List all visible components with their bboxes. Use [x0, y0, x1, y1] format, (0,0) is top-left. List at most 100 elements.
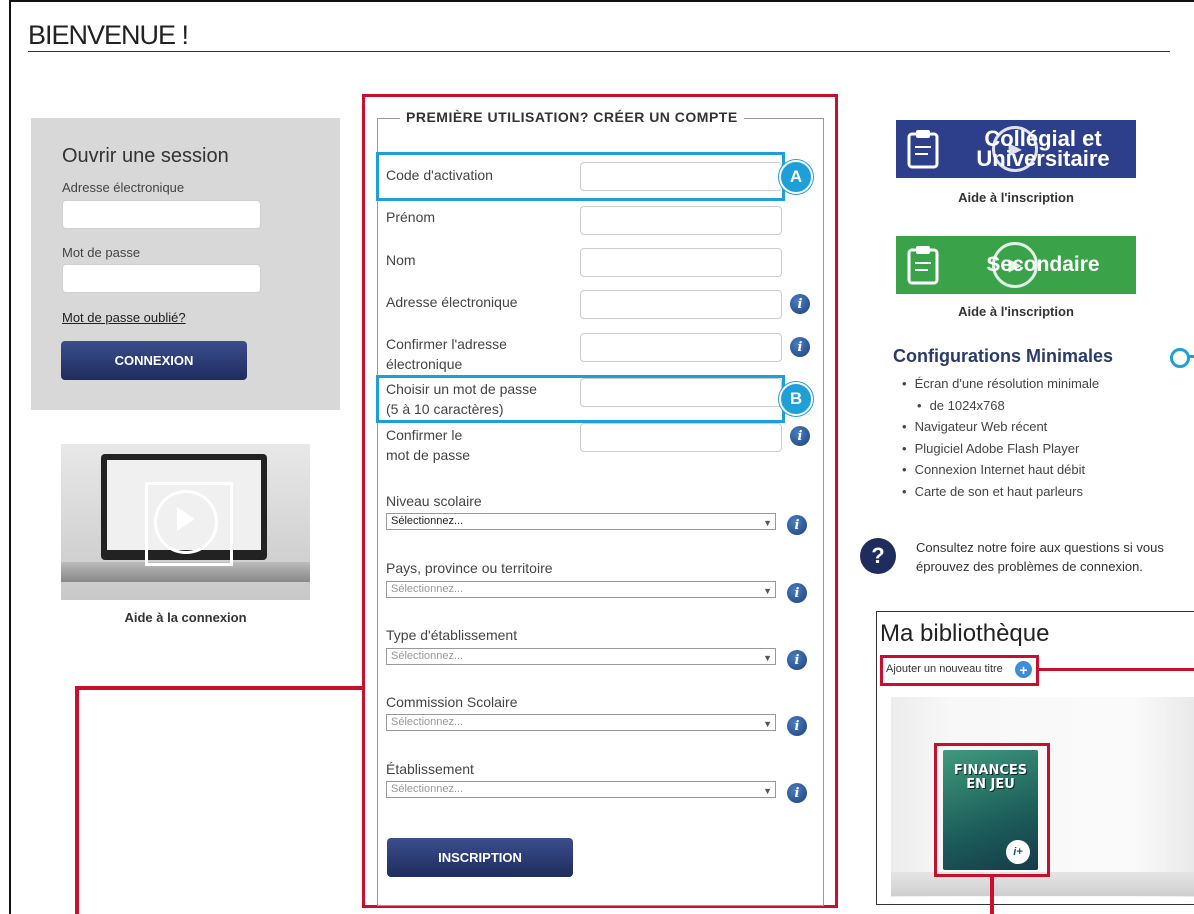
institution-info-icon[interactable]: i: [787, 783, 807, 803]
play-icon: ▶: [992, 242, 1038, 288]
first-name-input[interactable]: [580, 206, 782, 235]
choose-password-label-line1: Choisir un mot de passe: [386, 381, 537, 397]
forgot-password-link[interactable]: Mot de passe oublié?: [62, 310, 186, 325]
choose-password-label-line2: (5 à 10 caractères): [386, 401, 504, 417]
login-password-label: Mot de passe: [62, 245, 141, 260]
last-name-input[interactable]: [580, 248, 782, 277]
confirm-email-info-icon[interactable]: i: [790, 337, 810, 357]
first-name-label: Prénom: [386, 209, 436, 225]
school-level-value: Sélectionnez...: [391, 515, 464, 527]
school-level-info-icon[interactable]: i: [787, 515, 807, 535]
config-item: Connexion Internet haut débit: [902, 459, 1099, 481]
institution-select[interactable]: Sélectionnez... ▼: [386, 781, 776, 798]
choose-password-input[interactable]: [580, 378, 782, 407]
school-board-info-icon[interactable]: i: [787, 716, 807, 736]
login-email-label: Adresse électronique: [62, 180, 185, 195]
registration-legend: PREMIÈRE UTILISATION? CRÉER UN COMPTE: [400, 109, 744, 125]
country-info-icon[interactable]: i: [787, 583, 807, 603]
email-input[interactable]: [580, 290, 782, 319]
country-label: Pays, province ou territoire: [386, 560, 553, 576]
add-title-link[interactable]: Ajouter un nouveau titre: [886, 663, 1003, 675]
question-icon[interactable]: ?: [860, 538, 896, 574]
config-item: Navigateur Web récent: [902, 416, 1099, 438]
annotation-circle: [1170, 348, 1190, 368]
institution-label: Établissement: [386, 761, 474, 777]
institution-type-value: Sélectionnez...: [391, 650, 464, 662]
faq-text[interactable]: Consultez notre foire aux questions si v…: [916, 538, 1166, 576]
email-label: Adresse électronique: [386, 294, 518, 310]
choose-password-label: Choisir un mot de passe (5 à 10 caractèr…: [386, 379, 537, 419]
book-badge: i+: [1006, 840, 1030, 864]
confirm-password-label-line1: Confirmer le: [386, 427, 463, 443]
chevron-down-icon: ▼: [763, 719, 772, 729]
confirm-password-label: Confirmer le mot de passe: [386, 425, 470, 465]
institution-value: Sélectionnez...: [391, 783, 464, 795]
chevron-down-icon: ▼: [763, 518, 772, 528]
book-title: FINANCES EN JEU: [943, 764, 1038, 792]
confirm-password-info-icon[interactable]: i: [790, 426, 810, 446]
frame-left-border: [9, 0, 11, 914]
secondary-help-caption: Aide à l'inscription: [958, 304, 1074, 319]
confirm-password-input[interactable]: [580, 423, 782, 452]
annotation-line-blue: [1187, 355, 1194, 358]
activation-code-input[interactable]: [580, 162, 782, 191]
config-item: Écran d'une résolution minimale: [902, 373, 1100, 395]
institution-type-info-icon[interactable]: i: [787, 650, 807, 670]
chevron-down-icon: ▼: [763, 653, 772, 663]
school-level-select[interactable]: Sélectionnez... ▼: [386, 513, 776, 530]
annotation-badge-b: B: [779, 382, 813, 416]
annotation-line-book: [990, 877, 994, 914]
chevron-down-icon: ▼: [763, 586, 772, 596]
secondary-help-banner[interactable]: Secondaire ▶: [896, 236, 1136, 294]
school-board-value: Sélectionnez...: [391, 716, 464, 728]
play-icon: ▶: [992, 126, 1038, 172]
confirm-email-input[interactable]: [580, 333, 782, 362]
institution-type-label: Type d'établissement: [386, 627, 518, 643]
login-heading: Ouvrir une session: [62, 145, 229, 167]
email-info-icon[interactable]: i: [790, 294, 810, 314]
institution-type-select[interactable]: Sélectionnez... ▼: [386, 648, 776, 665]
frame-top-border: [9, 0, 1194, 2]
college-help-caption: Aide à l'inscription: [958, 190, 1074, 205]
country-select[interactable]: Sélectionnez... ▼: [386, 581, 776, 598]
add-icon[interactable]: +: [1015, 661, 1032, 678]
play-icon: [154, 490, 218, 554]
clipboard-icon: [896, 120, 950, 178]
library-title: Ma bibliothèque: [880, 620, 1050, 647]
school-level-label: Niveau scolaire: [386, 493, 482, 509]
book-cover[interactable]: FINANCES EN JEU i+: [943, 750, 1038, 870]
school-board-label: Commission Scolaire: [386, 694, 518, 710]
title-divider: [28, 51, 1170, 52]
connection-help-video[interactable]: [61, 444, 310, 600]
login-email-input[interactable]: [62, 200, 261, 229]
register-button[interactable]: INSCRIPTION: [387, 838, 573, 877]
book-title-line2: EN JEU: [966, 777, 1015, 792]
config-item-continued-text: de 1024x768: [929, 397, 1005, 413]
connect-button[interactable]: CONNEXION: [61, 341, 247, 380]
config-item: Carte de son et haut parleurs: [902, 481, 1099, 503]
connection-help-caption: Aide à la connexion: [124, 610, 247, 625]
annotation-line-horizontal: [75, 686, 365, 690]
book-title-line1: FINANCES: [953, 763, 1028, 778]
page-title: BIENVENUE !: [28, 20, 189, 50]
config-item-continued: de 1024x768: [902, 395, 1099, 417]
annotation-line-add: [1039, 668, 1194, 671]
confirm-email-label-line2: électronique: [386, 356, 463, 372]
secondary-banner-label: Secondaire: [986, 253, 1100, 276]
annotation-badge-a: A: [779, 160, 813, 194]
config-title: Configurations Minimales: [893, 346, 1114, 366]
country-value: Sélectionnez...: [391, 583, 464, 595]
config-item: Plugiciel Adobe Flash Player: [902, 438, 1099, 460]
confirm-password-label-line2: mot de passe: [386, 447, 471, 463]
last-name-label: Nom: [386, 252, 416, 268]
confirm-email-label: Confirmer l'adresse électronique: [386, 334, 507, 374]
confirm-email-label-line1: Confirmer l'adresse: [386, 336, 507, 352]
clipboard-icon: [896, 236, 950, 294]
annotation-line-vertical: [75, 686, 79, 914]
college-help-banner[interactable]: Collégial et Universitaire ▶: [896, 120, 1136, 178]
login-password-input[interactable]: [62, 264, 261, 293]
config-list: Écran d'une résolution minimale de 1024x…: [902, 373, 1100, 503]
activation-code-label: Code d'activation: [386, 167, 493, 183]
chevron-down-icon: ▼: [763, 786, 772, 796]
school-board-select[interactable]: Sélectionnez... ▼: [386, 714, 776, 731]
